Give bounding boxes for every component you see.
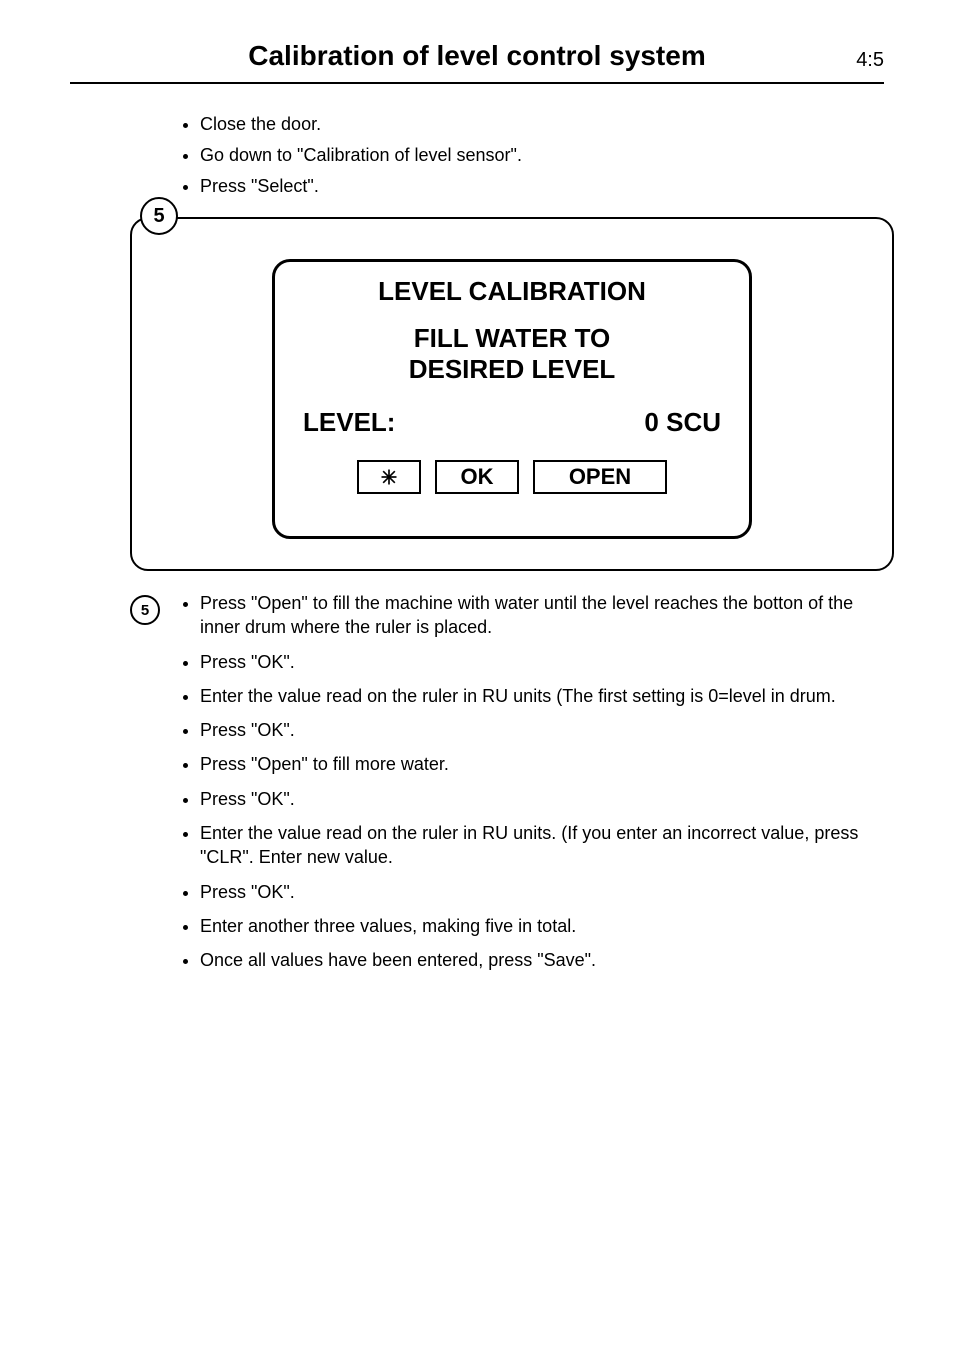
page-number: 4:5: [824, 49, 884, 72]
instruction-item: Enter another three values, making five …: [200, 914, 884, 938]
instruction-item: Press "OK".: [200, 718, 884, 742]
device-screen: LEVEL CALIBRATION FILL WATER TO DESIRED …: [272, 259, 752, 539]
instruction-item: Press "Open" to fill more water.: [200, 752, 884, 776]
instruction-item: Press "Open" to fill the machine with wa…: [200, 591, 884, 640]
screen-line-1: FILL WATER TO: [293, 323, 731, 354]
star-button[interactable]: [357, 460, 421, 494]
screen-title: LEVEL CALIBRATION: [293, 276, 731, 307]
instruction-item: Enter the value read on the ruler in RU …: [200, 684, 884, 708]
page-title: Calibration of level control system: [130, 40, 824, 72]
step-reference-number: 5: [130, 595, 160, 625]
bottom-instruction-list: Press "Open" to fill the machine with wa…: [200, 591, 884, 983]
open-button[interactable]: OPEN: [533, 460, 667, 494]
instruction-item: Press "OK".: [200, 650, 884, 674]
ok-button[interactable]: OK: [435, 460, 519, 494]
screen-line-2: DESIRED LEVEL: [293, 354, 731, 385]
header-divider: [70, 82, 884, 84]
top-instruction-list: Close the door. Go down to "Calibration …: [200, 114, 954, 197]
instruction-item: Go down to "Calibration of level sensor"…: [200, 145, 954, 166]
instruction-item: Once all values have been entered, press…: [200, 948, 884, 972]
star-icon: [379, 467, 399, 487]
level-label: LEVEL:: [303, 407, 395, 438]
instruction-item: Press "OK".: [200, 880, 884, 904]
figure-callout-number: 5: [140, 197, 178, 235]
figure-box: LEVEL CALIBRATION FILL WATER TO DESIRED …: [130, 217, 894, 571]
instruction-item: Press "OK".: [200, 787, 884, 811]
instruction-item: Close the door.: [200, 114, 954, 135]
instruction-item: Press "Select".: [200, 176, 954, 197]
instruction-item: Enter the value read on the ruler in RU …: [200, 821, 884, 870]
level-value: 0 SCU: [644, 407, 721, 438]
